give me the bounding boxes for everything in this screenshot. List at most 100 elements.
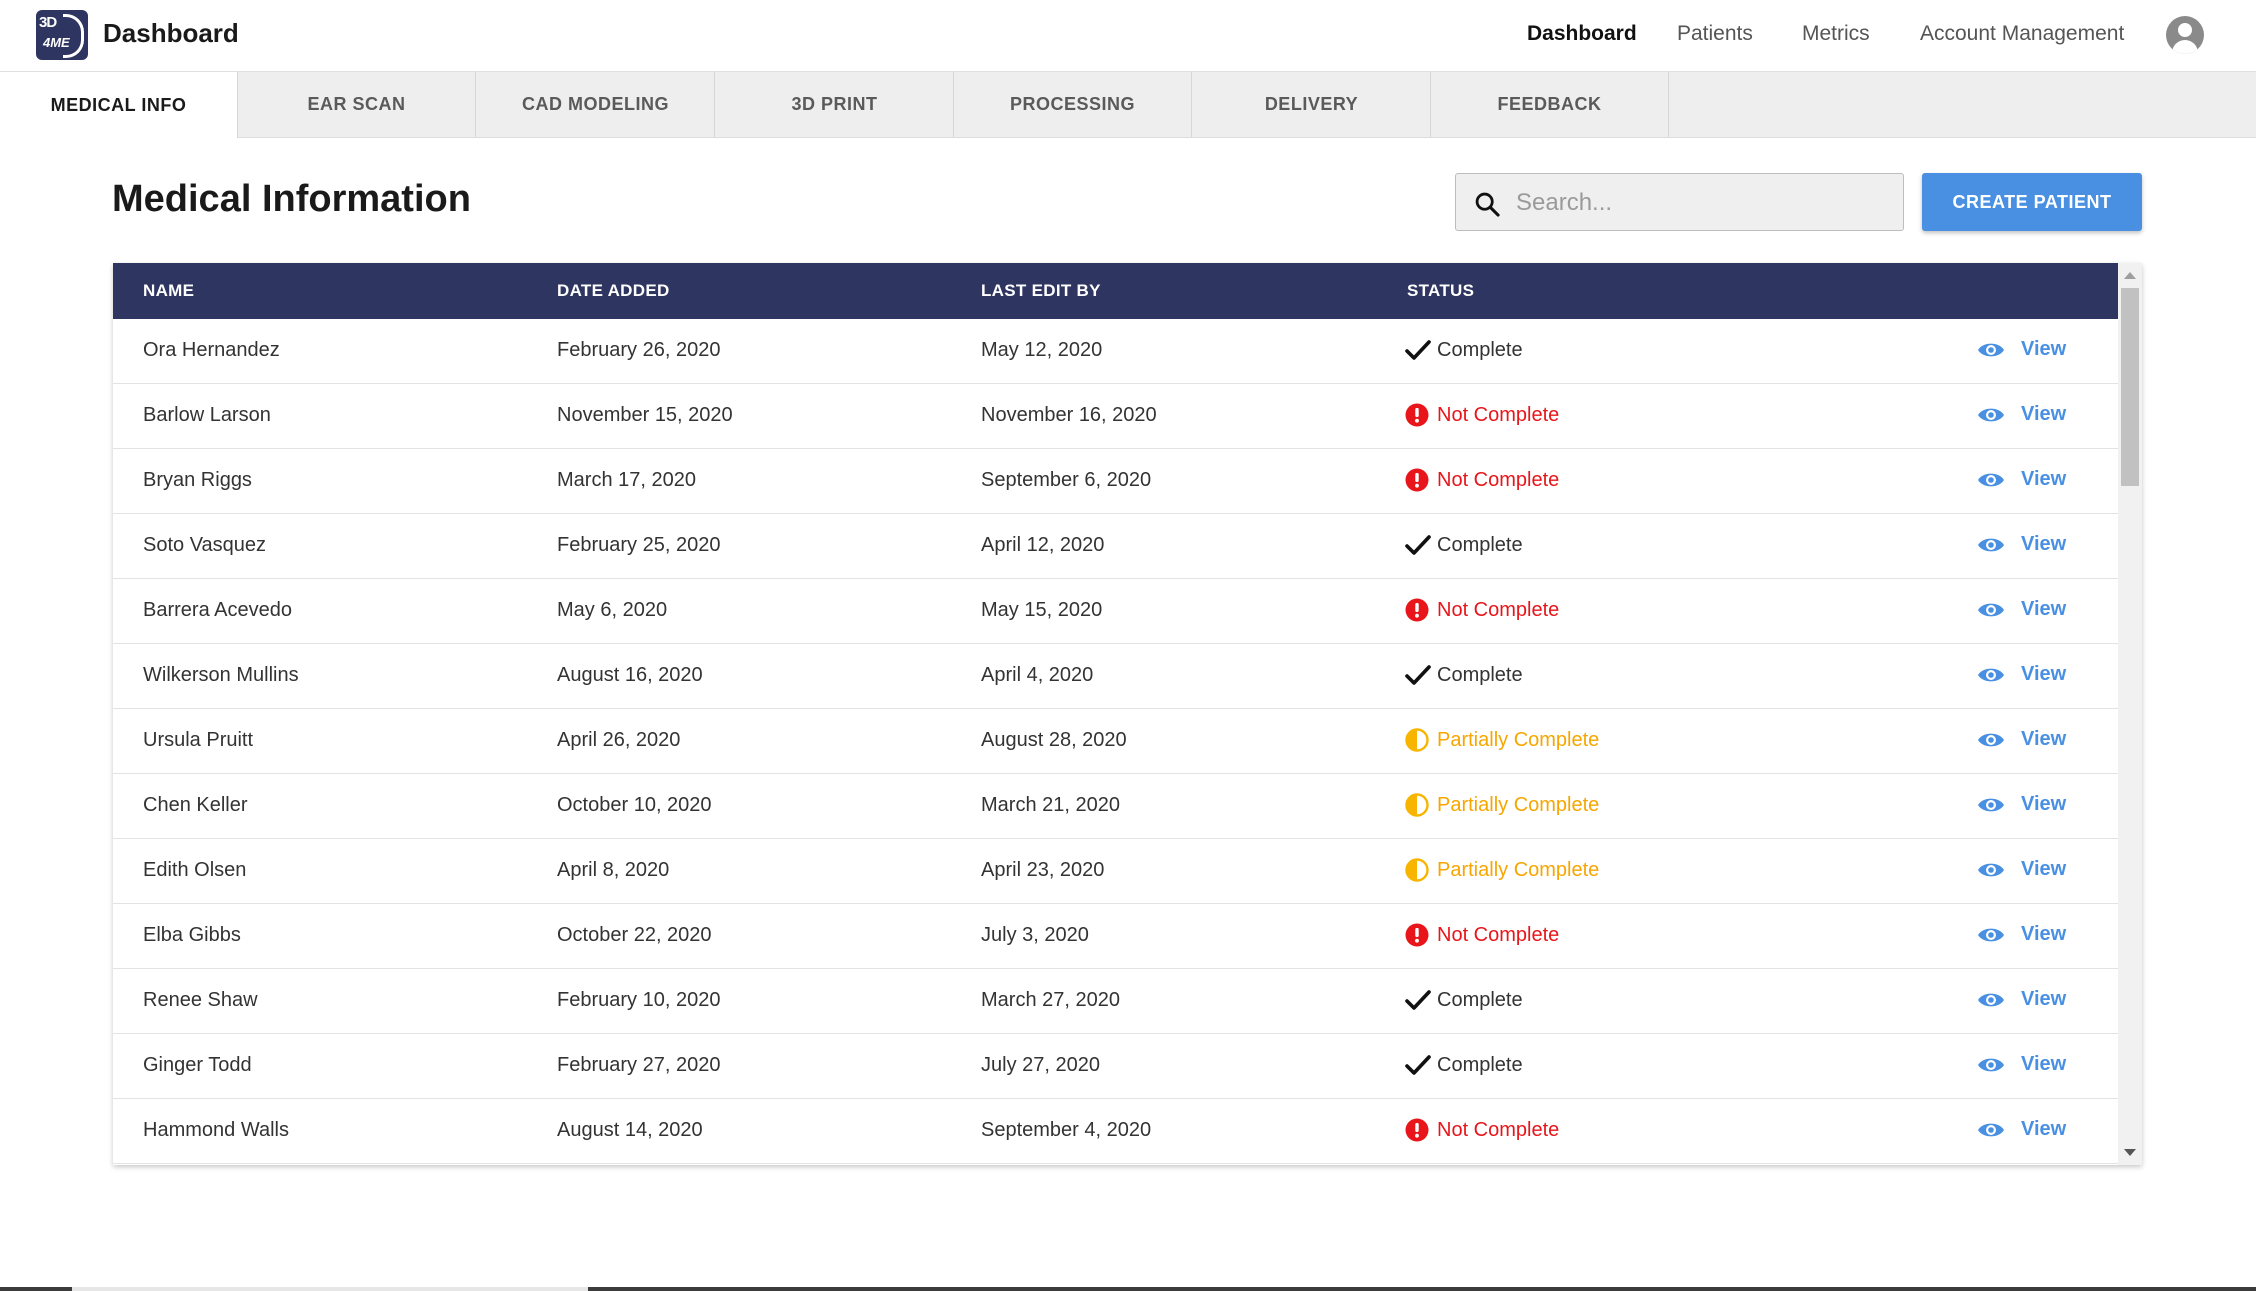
date-added: August 14, 2020	[557, 1119, 703, 1141]
table-body: Ora Hernandez February 26, 2020 May 12, 20…	[113, 319, 2118, 1164]
check-icon	[1405, 663, 1431, 687]
last-edit-date: April 23, 2020	[981, 859, 1105, 881]
eye-icon	[1977, 535, 2005, 555]
status-text: Not Complete	[1437, 1118, 1560, 1141]
status-badge: Complete	[1405, 1053, 1523, 1077]
view-button[interactable]: View	[1977, 403, 2066, 426]
patient-name: Ginger Todd	[143, 1054, 252, 1076]
view-label: View	[2021, 533, 2067, 555]
column-header-status[interactable]: STATUS	[1407, 281, 1474, 301]
column-header-last-edit-by[interactable]: LAST EDIT BY	[981, 281, 1101, 301]
date-added: May 6, 2020	[557, 599, 668, 621]
workflow-tabs: MEDICAL INFO EAR SCAN CAD MODELING 3D PR…	[0, 72, 2256, 138]
error-icon	[1405, 468, 1429, 492]
column-header-date-added[interactable]: DATE ADDED	[557, 281, 670, 301]
tab-delivery[interactable]: DELIVERY	[1193, 72, 1431, 137]
view-button[interactable]: View	[1977, 338, 2066, 361]
tab-processing[interactable]: PROCESSING	[954, 72, 1192, 137]
last-edit-date: July 3, 2020	[981, 924, 1089, 946]
view-button[interactable]: View	[1977, 858, 2066, 881]
status-badge: Not Complete	[1405, 598, 1559, 622]
table-row[interactable]: Renee Shaw February 10, 2020 March 27, 202…	[113, 969, 2118, 1034]
table-row[interactable]: Ora Hernandez February 26, 2020 May 12, 20…	[113, 319, 2118, 384]
last-edit-date: April 12, 2020	[981, 534, 1105, 556]
eye-icon	[1977, 925, 2005, 945]
patient-name: Bryan Riggs	[143, 469, 252, 491]
eye-icon	[1977, 600, 2005, 620]
table-row[interactable]: Wilkerson Mullins August 16, 2020 April 4,…	[113, 644, 2118, 709]
table-row[interactable]: Ginger Todd February 27, 2020 July 27, 202…	[113, 1034, 2118, 1099]
table-row[interactable]: Soto Vasquez February 25, 2020 April 12, 2…	[113, 514, 2118, 579]
eye-icon	[1977, 1120, 2005, 1140]
table-row[interactable]: Barlow Larson November 15, 2020 November 1…	[113, 384, 2118, 449]
view-label: View	[2021, 728, 2067, 750]
app-title: Dashboard	[103, 18, 239, 48]
create-patient-button[interactable]: CREATE PATIENT	[1922, 173, 2142, 231]
tab-feedback[interactable]: FEEDBACK	[1431, 72, 1669, 137]
view-label: View	[2021, 1053, 2067, 1075]
half-circle-icon	[1405, 793, 1429, 817]
view-button[interactable]: View	[1977, 533, 2066, 556]
patient-name: Ora Hernandez	[143, 339, 280, 361]
table-row[interactable]: Elba Gibbs October 22, 2020 July 3, 2020 No…	[113, 904, 2118, 969]
view-button[interactable]: View	[1977, 468, 2066, 491]
view-button[interactable]: View	[1977, 793, 2066, 816]
date-added: August 16, 2020	[557, 664, 703, 686]
eye-icon	[1977, 1055, 2005, 1075]
table-row[interactable]: Bryan Riggs March 17, 2020 September 6, 20…	[113, 449, 2118, 514]
last-edit-date: April 4, 2020	[981, 664, 1094, 686]
table-row[interactable]: Ursula Pruitt April 26, 2020 August 28, 20…	[113, 709, 2118, 774]
tab-3d-print[interactable]: 3D PRINT	[716, 72, 954, 137]
nav-metrics[interactable]: Metrics	[1802, 22, 1870, 46]
view-button[interactable]: View	[1977, 663, 2066, 686]
nav-patients[interactable]: Patients	[1677, 22, 1753, 46]
patient-name: Renee Shaw	[143, 989, 258, 1011]
error-icon	[1405, 598, 1429, 622]
tab-cad-modeling[interactable]: CAD MODELING	[477, 72, 715, 137]
tab-medical-info[interactable]: MEDICAL INFO	[0, 72, 238, 138]
tab-ear-scan[interactable]: EAR SCAN	[238, 72, 476, 137]
view-button[interactable]: View	[1977, 1053, 2066, 1076]
status-text: Partially Complete	[1437, 793, 1600, 816]
status-text: Not Complete	[1437, 468, 1560, 491]
status-text: Not Complete	[1437, 598, 1560, 621]
table-row[interactable]: Hammond Walls August 14, 2020 September 4,…	[113, 1099, 2118, 1164]
scroll-down-arrow-icon[interactable]	[2124, 1149, 2136, 1156]
scroll-up-arrow-icon[interactable]	[2124, 272, 2136, 279]
last-edit-date: March 27, 2020	[981, 989, 1120, 1011]
patient-name: Barrera Acevedo	[143, 599, 292, 621]
patient-name: Soto Vasquez	[143, 534, 267, 556]
status-badge: Not Complete	[1405, 923, 1559, 947]
status-text: Complete	[1437, 1053, 1523, 1076]
last-edit-date: May 15, 2020	[981, 599, 1103, 621]
view-button[interactable]: View	[1977, 1118, 2066, 1141]
column-header-name[interactable]: NAME	[143, 281, 194, 301]
eye-icon	[1977, 990, 2005, 1010]
nav-account-management[interactable]: Account Management	[1920, 22, 2124, 46]
view-button[interactable]: View	[1977, 923, 2066, 946]
status-badge: Complete	[1405, 338, 1523, 362]
brand-logo[interactable]: 3D 4ME	[36, 10, 88, 60]
app-bar: 3D 4ME Dashboard Dashboard Patients Metr…	[0, 0, 2256, 72]
view-button[interactable]: View	[1977, 598, 2066, 621]
scroll-thumb[interactable]	[2121, 288, 2139, 486]
status-badge: Partially Complete	[1405, 793, 1599, 817]
patient-name: Barlow Larson	[143, 404, 271, 426]
table-row[interactable]: Barrera Acevedo May 6, 2020 May 15, 2020 No…	[113, 579, 2118, 644]
search-icon	[1475, 192, 1500, 217]
logo-text-top: 3D	[39, 14, 57, 31]
status-badge: Partially Complete	[1405, 858, 1599, 882]
table-row[interactable]: Edith Olsen April 8, 2020 April 23, 2020 Pa…	[113, 839, 2118, 904]
view-button[interactable]: View	[1977, 988, 2066, 1011]
eye-icon	[1977, 795, 2005, 815]
status-badge: Partially Complete	[1405, 728, 1599, 752]
nav-dashboard[interactable]: Dashboard	[1527, 22, 1637, 46]
table-row[interactable]: Chen Keller October 10, 2020 March 21, 202…	[113, 774, 2118, 839]
check-icon	[1405, 1053, 1431, 1077]
status-badge: Complete	[1405, 663, 1523, 687]
search-input[interactable]	[1514, 182, 1888, 224]
table-scrollbar[interactable]	[2118, 263, 2142, 1165]
view-button[interactable]: View	[1977, 728, 2066, 751]
status-badge: Not Complete	[1405, 1118, 1559, 1142]
account-circle-icon[interactable]	[2166, 16, 2204, 54]
